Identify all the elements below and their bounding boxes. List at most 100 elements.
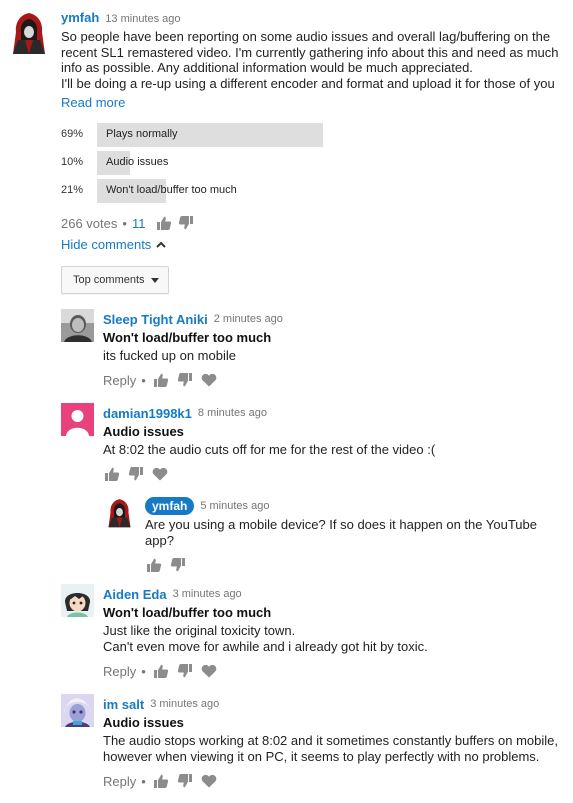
- post-text-line: So people have been reporting on some au…: [61, 29, 551, 44]
- like-icon[interactable]: [145, 557, 163, 573]
- comment-text-line: Can't even move for awhile and i already…: [103, 639, 428, 654]
- sort-label: Top comments: [73, 274, 145, 286]
- poll-option[interactable]: 21% Won't load/buffer too much: [61, 179, 431, 203]
- post-text-line: I'll be doing a re-up using a different …: [61, 75, 555, 91]
- poll-bar[interactable]: Won't load/buffer too much: [97, 179, 424, 203]
- comment-text-line: its fucked up on mobile: [103, 348, 236, 363]
- poll-option[interactable]: 69% Plays normally: [61, 123, 431, 147]
- comment-text-line: app?: [145, 533, 174, 548]
- separator: •: [141, 663, 146, 679]
- heart-icon[interactable]: [200, 372, 218, 388]
- post-text-line: info as possible. Any additional informa…: [61, 60, 473, 75]
- poll-label: Audio issues: [106, 156, 169, 168]
- poll-vote-label: Audio issues: [103, 424, 184, 439]
- comment-actions: [103, 466, 568, 482]
- comment-time[interactable]: 2 minutes ago: [214, 313, 283, 325]
- author-avatar[interactable]: [5, 10, 53, 58]
- post-author[interactable]: ymfah: [61, 10, 99, 25]
- poll-percent: 69%: [61, 128, 84, 140]
- comment-text-line: At 8:02 the audio cuts off for me for th…: [103, 442, 436, 457]
- comment-time[interactable]: 3 minutes ago: [173, 588, 242, 600]
- heart-icon[interactable]: [200, 773, 218, 789]
- poll-percent: 21%: [61, 184, 84, 196]
- poll-option[interactable]: 10% Audio issues: [61, 151, 431, 175]
- like-icon[interactable]: [152, 773, 170, 789]
- post-header: ymfah 13 minutes ago: [61, 10, 181, 26]
- comment-actions: Reply •: [103, 773, 568, 789]
- commenter-avatar[interactable]: [61, 584, 94, 617]
- comment-author[interactable]: Sleep Tight Aniki: [103, 312, 208, 327]
- poll-percent: 10%: [61, 156, 84, 168]
- comment-body: damian1998k1 8 minutes ago Audio issues A…: [103, 405, 568, 482]
- post-text-line: recent SL1 remastered video. I'm current…: [61, 44, 559, 60]
- reply-button[interactable]: Reply: [103, 774, 136, 789]
- dislike-icon[interactable]: [169, 557, 187, 573]
- comment-text-line: however when viewing it on PC, it seems …: [103, 749, 540, 764]
- comment-actions: Reply •: [103, 663, 568, 679]
- poll-vote-label: Won't load/buffer too much: [103, 330, 272, 345]
- read-more-link[interactable]: Read more: [61, 95, 125, 110]
- post-time[interactable]: 13 minutes ago: [105, 13, 180, 25]
- commenter-avatar[interactable]: [61, 309, 94, 342]
- dislike-icon[interactable]: [176, 372, 194, 388]
- like-icon[interactable]: [152, 372, 170, 388]
- hooded-figure-icon: [5, 10, 53, 58]
- chevron-up-icon: [156, 241, 167, 248]
- default-user-icon: [61, 403, 94, 436]
- poll-vote-label: Audio issues: [103, 715, 184, 730]
- dislike-icon[interactable]: [177, 215, 195, 231]
- commenter-avatar[interactable]: [103, 497, 136, 530]
- comment-body: im salt 3 minutes ago Audio issues The au…: [103, 696, 568, 789]
- like-icon[interactable]: [155, 215, 173, 231]
- heart-icon[interactable]: [200, 663, 218, 679]
- comment-text: At 8:02 the audio cuts off for me for th…: [103, 442, 568, 458]
- poll-label: Won't load/buffer too much: [106, 184, 237, 196]
- comment-text-line: Just like the original toxicity town.: [103, 623, 296, 638]
- comment-text: Are you using a mobile device? If so doe…: [145, 517, 570, 549]
- comment-actions: Reply •: [103, 372, 568, 388]
- comment-body: Aiden Eda 3 minutes ago Won't load/buffer…: [103, 586, 568, 679]
- post-text: So people have been reporting on some au…: [61, 29, 566, 92]
- comment-text-line: The audio stops working at 8:02 and it s…: [103, 733, 559, 748]
- poll-bar[interactable]: Plays normally: [97, 123, 424, 147]
- reply-button[interactable]: Reply: [103, 664, 136, 679]
- separator: •: [141, 773, 146, 789]
- comment-author[interactable]: im salt: [103, 697, 144, 712]
- like-count: 11: [131, 215, 146, 231]
- caret-down-icon: [150, 277, 159, 283]
- comment-body: Sleep Tight Aniki 2 minutes ago Won't loa…: [103, 311, 568, 388]
- hooded-figure-icon: [103, 497, 136, 530]
- profile-photo-icon: [61, 309, 94, 342]
- comment-time[interactable]: 8 minutes ago: [198, 407, 267, 419]
- separator: •: [122, 215, 127, 231]
- reply-button[interactable]: Reply: [103, 373, 136, 388]
- comment-author[interactable]: damian1998k1: [103, 406, 192, 421]
- dislike-icon[interactable]: [176, 773, 194, 789]
- poll-vote-label: Won't load/buffer too much: [103, 605, 272, 620]
- dislike-icon[interactable]: [127, 466, 145, 482]
- hide-comments-button[interactable]: Hide comments: [61, 237, 167, 252]
- heart-icon[interactable]: [151, 466, 169, 482]
- separator: •: [141, 372, 146, 388]
- poll-bar[interactable]: Audio issues: [97, 151, 424, 175]
- comment-time[interactable]: 5 minutes ago: [200, 500, 269, 512]
- comment-text: its fucked up on mobile: [103, 348, 568, 364]
- commenter-avatar[interactable]: [61, 694, 94, 727]
- comment-text: The audio stops working at 8:02 and it s…: [103, 733, 568, 765]
- like-icon[interactable]: [103, 466, 121, 482]
- hide-comments-label: Hide comments: [61, 237, 152, 252]
- comment-author[interactable]: Aiden Eda: [103, 587, 167, 602]
- vote-count: 266 votes: [61, 215, 118, 231]
- poll-label: Plays normally: [106, 128, 178, 140]
- comment-text-line: Are you using a mobile device? If so doe…: [145, 517, 537, 532]
- anime-character-icon: [61, 694, 94, 727]
- channel-owner-badge[interactable]: ymfah: [145, 497, 195, 515]
- like-icon[interactable]: [152, 663, 170, 679]
- sort-comments-dropdown[interactable]: Top comments: [61, 266, 169, 294]
- dislike-icon[interactable]: [176, 663, 194, 679]
- anime-character-icon: [61, 584, 94, 617]
- comment-body: ymfah 5 minutes ago Are you using a mobil…: [145, 497, 570, 573]
- comment-time[interactable]: 3 minutes ago: [150, 698, 219, 710]
- commenter-avatar[interactable]: [61, 403, 94, 436]
- comment-text: Just like the original toxicity town. Ca…: [103, 623, 568, 655]
